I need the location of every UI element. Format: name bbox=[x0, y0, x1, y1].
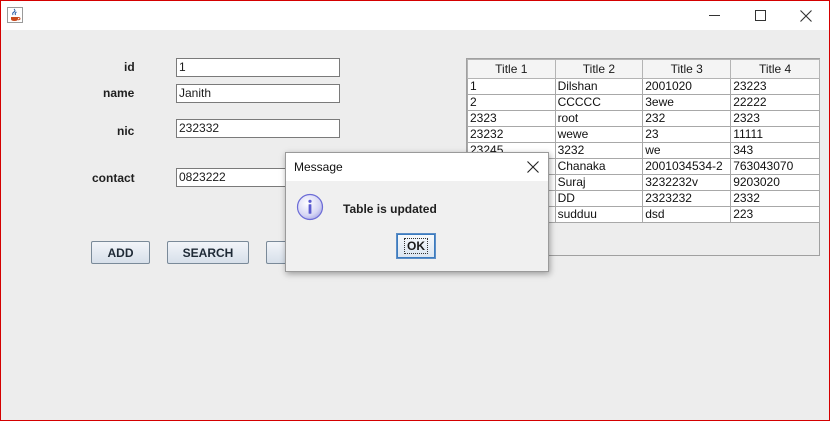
table-row[interactable]: 2 CCCCC 3ewe 22222 bbox=[467, 94, 820, 111]
contact-label: contact bbox=[92, 171, 135, 185]
java-cup-icon bbox=[7, 7, 23, 23]
ok-button[interactable]: OK bbox=[396, 233, 436, 259]
ok-button-label: OK bbox=[404, 238, 428, 254]
table-cell[interactable]: 9203020 bbox=[730, 174, 820, 191]
table-cell[interactable]: sudduu bbox=[554, 206, 644, 223]
nic-field[interactable]: 232332 bbox=[176, 119, 340, 138]
maximize-icon bbox=[754, 10, 766, 21]
table-cell[interactable]: 2 bbox=[467, 94, 556, 111]
id-field[interactable]: 1 bbox=[176, 58, 340, 77]
close-button[interactable] bbox=[783, 1, 829, 30]
table-row[interactable]: 2323 root 232 2323 bbox=[467, 110, 820, 127]
table-cell[interactable]: 2323 bbox=[730, 110, 820, 127]
table-cell[interactable]: 343 bbox=[730, 142, 820, 159]
table-cell[interactable]: root bbox=[554, 110, 644, 127]
table-cell[interactable]: CCCCC bbox=[554, 94, 644, 111]
column-header[interactable]: Title 2 bbox=[554, 59, 644, 79]
table-cell[interactable]: 763043070 bbox=[730, 158, 820, 175]
table-cell[interactable]: Suraj bbox=[554, 174, 644, 191]
table-cell[interactable]: 2332 bbox=[730, 190, 820, 207]
table-cell[interactable]: 232 bbox=[642, 110, 732, 127]
info-icon bbox=[296, 193, 324, 221]
add-button[interactable]: ADD bbox=[91, 241, 150, 264]
table-cell[interactable]: DD bbox=[554, 190, 644, 207]
title-bar[interactable] bbox=[1, 1, 829, 30]
table-row[interactable]: 1 Dilshan 2001020 23223 bbox=[467, 78, 820, 95]
dialog-close-button[interactable] bbox=[518, 153, 548, 181]
nic-label: nic bbox=[117, 124, 135, 138]
message-dialog: Message Table is updated OK bbox=[285, 152, 549, 272]
table-cell[interactable]: we bbox=[642, 142, 732, 159]
search-button[interactable]: SEARCH bbox=[167, 241, 249, 264]
minimize-button[interactable] bbox=[691, 1, 737, 30]
close-icon bbox=[527, 161, 539, 173]
table-cell[interactable]: 23232 bbox=[467, 126, 556, 143]
name-field[interactable]: Janith bbox=[176, 84, 340, 103]
table-cell[interactable]: Dilshan bbox=[554, 78, 644, 95]
table-cell[interactable]: 2323 bbox=[467, 110, 556, 127]
app-window: id 1 name Janith nic 232332 contact 0823… bbox=[0, 0, 830, 421]
table-cell[interactable]: 3232232v bbox=[642, 174, 732, 191]
column-header[interactable]: Title 3 bbox=[642, 59, 732, 79]
id-label: id bbox=[124, 60, 135, 74]
table-cell[interactable]: 3232 bbox=[554, 142, 644, 159]
column-header[interactable]: Title 4 bbox=[730, 59, 820, 79]
column-header[interactable]: Title 1 bbox=[467, 59, 556, 79]
table-cell[interactable]: 22222 bbox=[730, 94, 820, 111]
table-cell[interactable]: 11111 bbox=[730, 126, 820, 143]
table-cell[interactable]: 2001020 bbox=[642, 78, 732, 95]
table-cell[interactable]: 3ewe bbox=[642, 94, 732, 111]
table-cell[interactable]: dsd bbox=[642, 206, 732, 223]
table-header-row: Title 1 Title 2 Title 3 Title 4 bbox=[467, 59, 820, 79]
dialog-message: Table is updated bbox=[343, 202, 437, 216]
table-row[interactable]: 23232 wewe 23 11111 bbox=[467, 126, 820, 143]
table-cell[interactable]: 1 bbox=[467, 78, 556, 95]
table-cell[interactable]: Chanaka bbox=[554, 158, 644, 175]
name-label: name bbox=[103, 86, 135, 100]
dialog-title-bar[interactable]: Message bbox=[286, 153, 548, 181]
table-cell[interactable]: 23223 bbox=[730, 78, 820, 95]
table-cell[interactable]: wewe bbox=[554, 126, 644, 143]
table-cell[interactable]: 23 bbox=[642, 126, 732, 143]
table-cell[interactable]: 2323232 bbox=[642, 190, 732, 207]
dialog-title: Message bbox=[294, 160, 343, 174]
maximize-button[interactable] bbox=[737, 1, 783, 30]
table-cell[interactable]: 2001034534-2 bbox=[642, 158, 732, 175]
table-cell[interactable]: 223 bbox=[730, 206, 820, 223]
close-icon bbox=[800, 9, 812, 22]
minimize-icon bbox=[708, 15, 720, 16]
